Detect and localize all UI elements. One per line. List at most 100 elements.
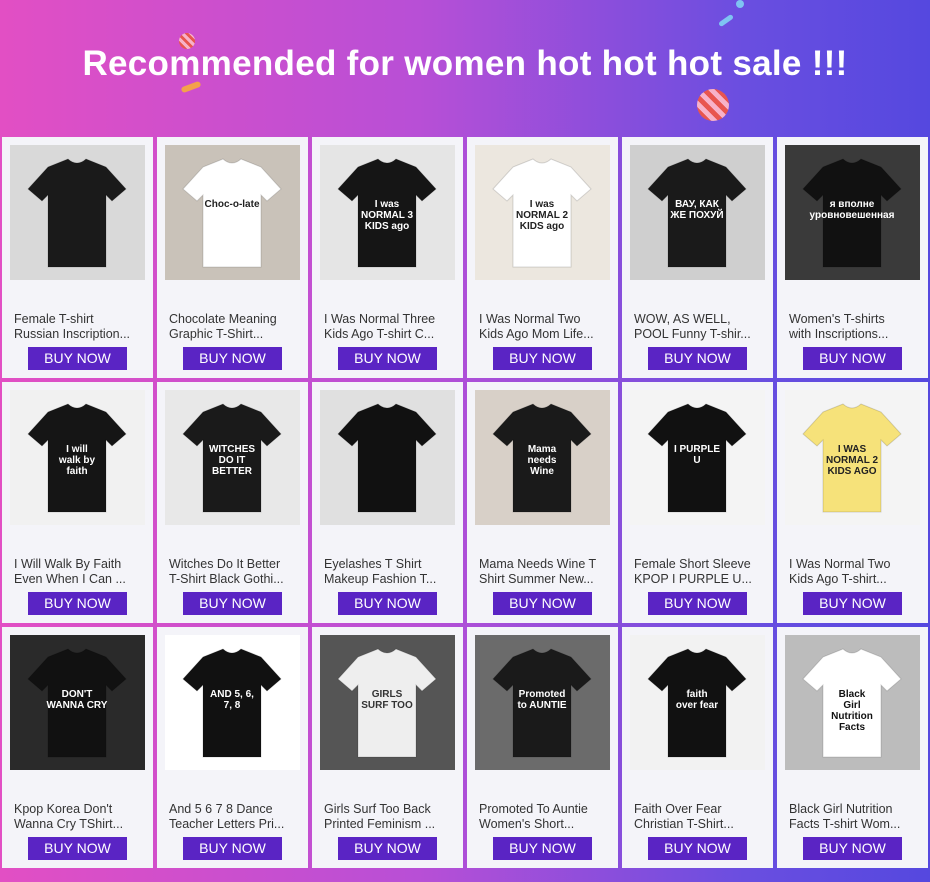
buy-now-button[interactable]: BUY NOW [803, 347, 902, 370]
product-image[interactable]: I WAS NORMAL 2 KIDS AGO [785, 390, 920, 525]
svg-text:я вполне: я вполне [830, 199, 875, 210]
product-image[interactable]: I was NORMAL 2 KIDS ago [475, 145, 610, 280]
svg-text:I will: I will [66, 444, 88, 455]
product-card[interactable]: AND 5, 6, 7, 8 And 5 6 7 8 Dance Teacher Le… [157, 627, 308, 868]
buy-now-button[interactable]: BUY NOW [493, 347, 592, 370]
product-image[interactable]: GIRLS SURF TOO [320, 635, 455, 770]
product-card[interactable]: Promoted to AUNTIE Promoted To Auntie Women… [467, 627, 618, 868]
confetti-ball-icon [697, 89, 729, 121]
shirt-photo-icon: I WASNORMAL 2KIDS AGO [785, 390, 920, 525]
buy-now-button[interactable]: BUY NOW [493, 837, 592, 860]
product-title-line: Graphic T-Shirt... [169, 327, 264, 341]
buy-now-button[interactable]: BUY NOW [648, 347, 747, 370]
product-title[interactable]: I Was Normal Three Kids Ago T-shirt C... [324, 312, 452, 342]
product-title[interactable]: Promoted To Auntie Women's Short... [479, 802, 607, 832]
product-title[interactable]: Faith Over Fear Christian T-Shirt... [634, 802, 762, 832]
svg-text:faith: faith [66, 466, 87, 477]
product-title[interactable]: Female T-shirt Russian Inscription... [14, 312, 142, 342]
product-card[interactable]: WITCHES DO IT BETTER Witches Do It Better T-… [157, 382, 308, 623]
product-image[interactable]: Choc-o-late [165, 145, 300, 280]
product-title-line: Promoted To Auntie [479, 802, 588, 816]
product-title[interactable]: I Will Walk By Faith Even When I Can ... [14, 557, 142, 587]
product-title-line: Female Short Sleeve [634, 557, 751, 571]
product-image[interactable]: I PURPLE U [630, 390, 765, 525]
buy-now-button[interactable]: BUY NOW [28, 592, 127, 615]
buy-now-button[interactable]: BUY NOW [183, 347, 282, 370]
buy-now-button[interactable]: BUY NOW [803, 837, 902, 860]
product-title[interactable]: I Was Normal Two Kids Ago Mom Life... [479, 312, 607, 342]
buy-now-button[interactable]: BUY NOW [493, 592, 592, 615]
product-card[interactable]: Mama needs Wine Mama Needs Wine T Shirt Summ… [467, 382, 618, 623]
shirt-photo-icon: DON'TWANNA CRY [10, 635, 145, 770]
product-image[interactable]: я вполне уровновешенная [785, 145, 920, 280]
product-title-line: Mama Needs Wine T [479, 557, 597, 571]
product-image[interactable]: Black Girl Nutrition Facts [785, 635, 920, 770]
product-card[interactable]: I WAS NORMAL 2 KIDS AGO I Was Normal Two Kid… [777, 382, 928, 623]
product-image[interactable]: WITCHES DO IT BETTER [165, 390, 300, 525]
product-card[interactable]: я вполне уровновешенная Women's T-shirts wi… [777, 137, 928, 378]
buy-now-button[interactable]: BUY NOW [183, 837, 282, 860]
product-title[interactable]: Kpop Korea Don't Wanna Cry TShirt... [14, 802, 142, 832]
shirt-photo-icon [10, 145, 145, 280]
product-card[interactable]: Black Girl Nutrition Facts Black Girl Nutrit… [777, 627, 928, 868]
shirt-photo-icon: WITCHESDO ITBETTER [165, 390, 300, 525]
product-image[interactable] [320, 390, 455, 525]
product-image[interactable]: AND 5, 6, 7, 8 [165, 635, 300, 770]
product-title[interactable]: Women's T-shirts with Inscriptions... [789, 312, 917, 342]
product-image[interactable]: Mama needs Wine [475, 390, 610, 525]
product-image[interactable]: ВАУ, КАК ЖЕ ПОХУЙ [630, 145, 765, 280]
product-image[interactable] [10, 145, 145, 280]
product-title-line: T-Shirt Black Gothi... [169, 572, 284, 586]
product-title[interactable]: I Was Normal Two Kids Ago T-shirt... [789, 557, 917, 587]
product-card[interactable]: faith over fear Faith Over Fear Christian T… [622, 627, 773, 868]
shirt-photo-icon: I PURPLEU [630, 390, 765, 525]
product-card[interactable]: Female T-shirt Russian Inscription... BUY … [2, 137, 153, 378]
svg-text:WITCHES: WITCHES [209, 444, 255, 455]
buy-now-button[interactable]: BUY NOW [28, 837, 127, 860]
buy-now-button[interactable]: BUY NOW [803, 592, 902, 615]
product-title[interactable]: And 5 6 7 8 Dance Teacher Letters Pri... [169, 802, 297, 832]
product-title[interactable]: Black Girl Nutrition Facts T-shirt Wom... [789, 802, 917, 832]
product-card[interactable]: Eyelashes T Shirt Makeup Fashion T... BUY … [312, 382, 463, 623]
product-title[interactable]: WOW, AS WELL, POOL Funny T-shir... [634, 312, 762, 342]
product-title[interactable]: Witches Do It Better T-Shirt Black Gothi.… [169, 557, 297, 587]
buy-now-button[interactable]: BUY NOW [338, 592, 437, 615]
product-card[interactable]: I was NORMAL 3 KIDS ago I Was Normal Three K… [312, 137, 463, 378]
product-title[interactable]: Female Short Sleeve KPOP I PURPLE U... [634, 557, 762, 587]
buy-now-button[interactable]: BUY NOW [338, 837, 437, 860]
product-card[interactable]: I will walk by faith I Will Walk By Faith Ev… [2, 382, 153, 623]
buy-now-button[interactable]: BUY NOW [28, 347, 127, 370]
product-image[interactable]: I will walk by faith [10, 390, 145, 525]
shirt-photo-icon: я вполнеуровновешенная [785, 145, 920, 280]
shirt-photo-icon: Choc-o-late [165, 145, 300, 280]
product-card[interactable]: GIRLS SURF TOO Girls Surf Too Back Printed … [312, 627, 463, 868]
product-title-line: And 5 6 7 8 Dance [169, 802, 273, 816]
product-image[interactable]: I was NORMAL 3 KIDS ago [320, 145, 455, 280]
product-card[interactable]: Choc-o-late Chocolate Meaning Graphic T-Sh… [157, 137, 308, 378]
product-title-line: Kids Ago Mom Life... [479, 327, 594, 341]
product-image[interactable]: Promoted to AUNTIE [475, 635, 610, 770]
buy-now-button[interactable]: BUY NOW [183, 592, 282, 615]
buy-now-button[interactable]: BUY NOW [648, 837, 747, 860]
buy-now-button[interactable]: BUY NOW [648, 592, 747, 615]
buy-now-button[interactable]: BUY NOW [338, 347, 437, 370]
product-card[interactable]: I was NORMAL 2 KIDS ago I Was Normal Two Kid… [467, 137, 618, 378]
svg-text:7, 8: 7, 8 [224, 700, 241, 711]
product-card[interactable]: DON'T WANNA CRY Kpop Korea Don't Wanna Cry … [2, 627, 153, 868]
svg-text:I WAS: I WAS [838, 444, 867, 455]
product-title[interactable]: Mama Needs Wine T Shirt Summer New... [479, 557, 607, 587]
product-title[interactable]: Chocolate Meaning Graphic T-Shirt... [169, 312, 297, 342]
product-image[interactable]: DON'T WANNA CRY [10, 635, 145, 770]
svg-text:GIRLS: GIRLS [372, 689, 403, 700]
product-title[interactable]: Eyelashes T Shirt Makeup Fashion T... [324, 557, 452, 587]
product-title[interactable]: Girls Surf Too Back Printed Feminism ... [324, 802, 452, 832]
product-title-line: Facts T-shirt Wom... [789, 817, 901, 831]
svg-text:to AUNTIE: to AUNTIE [517, 700, 566, 711]
svg-text:Black: Black [839, 689, 866, 700]
svg-text:DON'T: DON'T [62, 689, 93, 700]
product-card[interactable]: I PURPLE U Female Short Sleeve KPOP I PURPL… [622, 382, 773, 623]
streamer-icon [736, 0, 744, 8]
product-image[interactable]: faith over fear [630, 635, 765, 770]
product-grid: Female T-shirt Russian Inscription... BUY … [2, 137, 928, 868]
product-card[interactable]: ВАУ, КАК ЖЕ ПОХУЙ WOW, AS WELL, POOL Funny … [622, 137, 773, 378]
